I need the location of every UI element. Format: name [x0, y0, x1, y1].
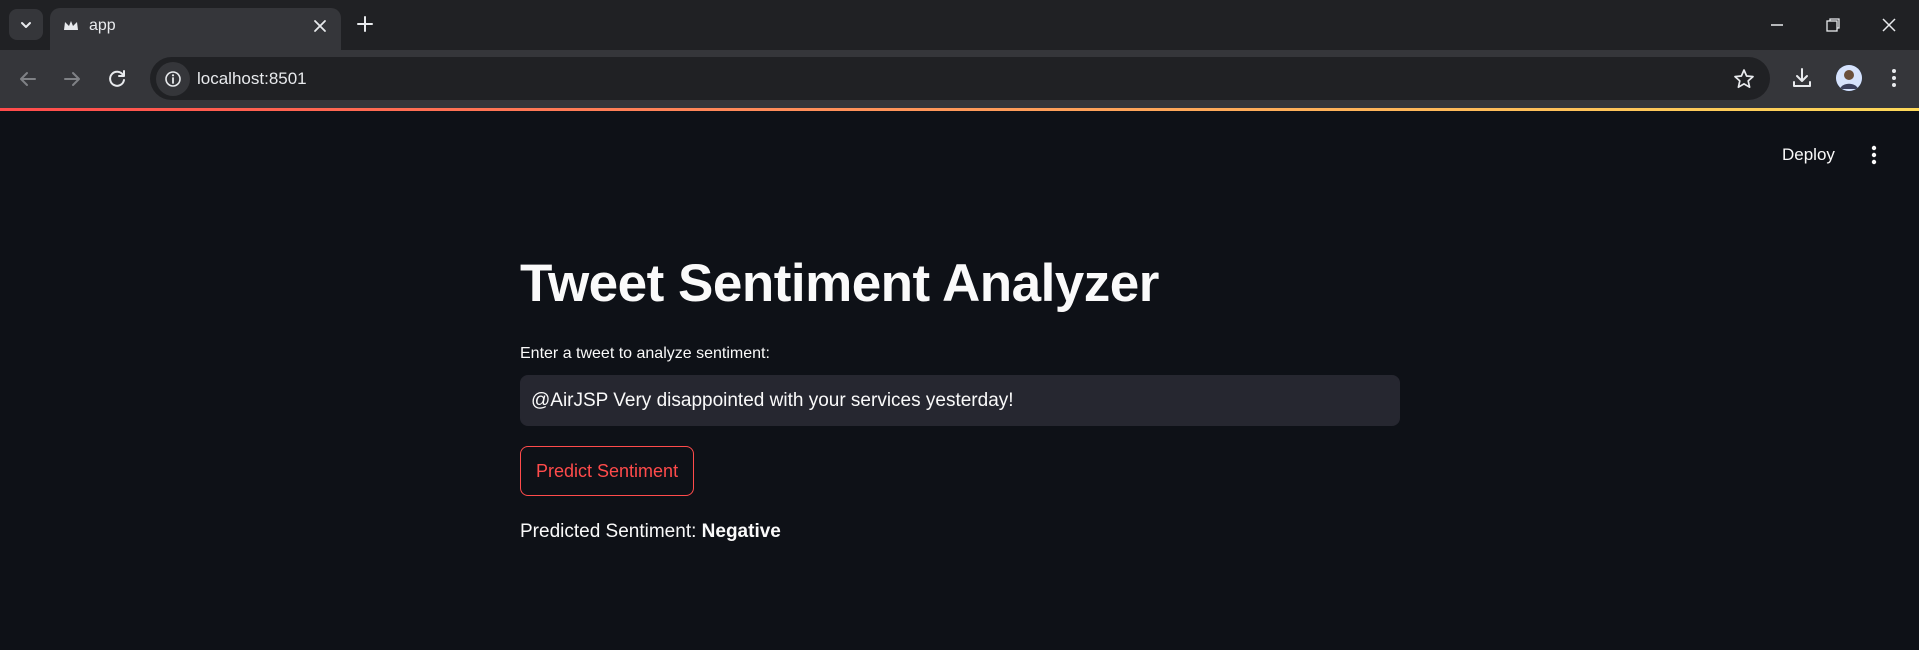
tweet-input[interactable] [520, 375, 1400, 426]
plus-icon[interactable] [354, 13, 376, 35]
chevron-down-icon [21, 21, 31, 28]
back-arrow-icon[interactable] [14, 65, 42, 93]
prediction-result: Predicted Sentiment: Negative [520, 519, 781, 545]
star-icon[interactable] [1732, 67, 1756, 91]
streamlit-app: Deploy Tweet Sentiment Analyzer Enter a … [0, 111, 1919, 650]
browser-toolbar: localhost:8501 [0, 50, 1919, 108]
tab-search-button[interactable] [9, 9, 43, 40]
reload-icon[interactable] [103, 65, 131, 93]
prediction-value: Negative [701, 521, 781, 542]
address-bar[interactable]: localhost:8501 [150, 57, 1770, 100]
download-icon[interactable] [1789, 65, 1815, 91]
predict-sentiment-button[interactable]: Predict Sentiment [520, 446, 695, 496]
deploy-button[interactable]: Deploy [1774, 140, 1843, 170]
tab-title: app [89, 17, 116, 34]
profile-avatar[interactable] [1836, 65, 1862, 91]
minimize-icon[interactable] [1766, 14, 1788, 36]
close-icon[interactable] [310, 16, 330, 36]
browser-menu-icon[interactable] [1883, 65, 1905, 91]
site-info-icon [165, 71, 181, 87]
tweet-input-label: Enter a tweet to analyze sentiment: [520, 345, 770, 362]
browser-tab-bar: app [0, 0, 1919, 50]
prediction-prefix: Predicted Sentiment: [520, 521, 697, 542]
page-title: Tweet Sentiment Analyzer [520, 254, 1159, 313]
restore-icon[interactable] [1822, 14, 1844, 36]
browser-tab[interactable]: app [50, 8, 341, 50]
app-menu-icon[interactable] [1860, 141, 1888, 169]
person-icon [1836, 65, 1862, 91]
forward-arrow-icon[interactable] [58, 65, 86, 93]
streamlit-crown-icon [64, 21, 78, 30]
site-info-button[interactable] [156, 62, 190, 96]
window-close-icon[interactable] [1878, 14, 1900, 36]
url-text[interactable]: localhost:8501 [197, 67, 307, 91]
